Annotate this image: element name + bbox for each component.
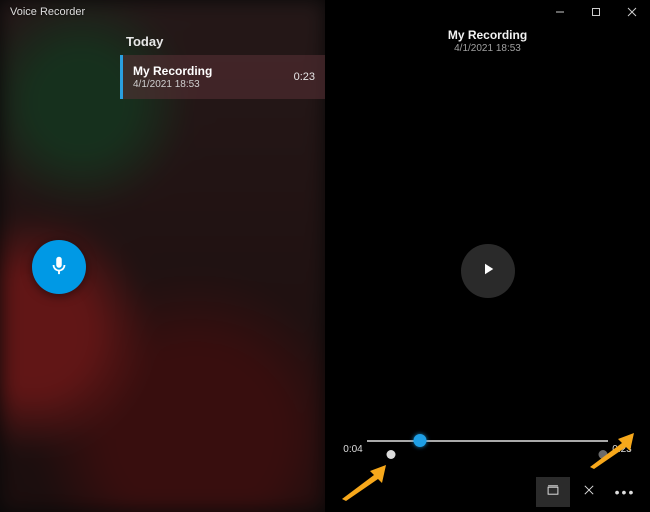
record-button[interactable] (32, 240, 86, 294)
transport-bar: 0:04 0:23 (325, 432, 650, 466)
playback-pane: My Recording 4/1/2021 18:53 0:04 0:23 (325, 0, 650, 512)
minimize-button[interactable] (542, 0, 578, 24)
trim-icon (546, 483, 560, 502)
current-file-name: My Recording (325, 28, 650, 42)
marker-row (367, 450, 608, 464)
recordings-pane: Today My Recording 4/1/2021 18:53 0:23 (0, 0, 325, 512)
maximize-button[interactable] (578, 0, 614, 24)
close-icon (582, 483, 596, 502)
recording-item-duration: 0:23 (294, 71, 315, 83)
current-file-date: 4/1/2021 18:53 (325, 43, 650, 54)
action-bar: ••• (536, 476, 642, 508)
recordings-list: Today My Recording 4/1/2021 18:53 0:23 (120, 0, 325, 512)
more-icon: ••• (615, 485, 636, 499)
recording-item-name: My Recording (133, 64, 294, 78)
close-window-button[interactable] (614, 0, 650, 24)
scrubber[interactable] (367, 432, 608, 466)
play-icon (479, 260, 497, 283)
playhead[interactable] (414, 434, 427, 447)
app-window: Voice Recorder Today My Record (0, 0, 650, 512)
play-button[interactable] (461, 244, 515, 298)
scrubber-track (367, 440, 608, 442)
list-group-header: Today (120, 28, 325, 55)
recording-item-date: 4/1/2021 18:53 (133, 79, 294, 90)
microphone-icon (48, 254, 70, 281)
more-button[interactable]: ••• (608, 477, 642, 507)
app-title: Voice Recorder (0, 6, 542, 18)
elapsed-time: 0:04 (339, 444, 367, 455)
window-controls (542, 0, 650, 24)
recording-item[interactable]: My Recording 4/1/2021 18:53 0:23 (120, 55, 325, 99)
current-file-header: My Recording 4/1/2021 18:53 (325, 28, 650, 54)
marker[interactable] (387, 450, 396, 459)
titlebar: Voice Recorder (0, 0, 650, 24)
record-rail (0, 0, 120, 512)
total-time: 0:23 (608, 444, 636, 455)
marker[interactable] (599, 450, 608, 459)
trim-button[interactable] (536, 477, 570, 507)
delete-button[interactable] (572, 477, 606, 507)
